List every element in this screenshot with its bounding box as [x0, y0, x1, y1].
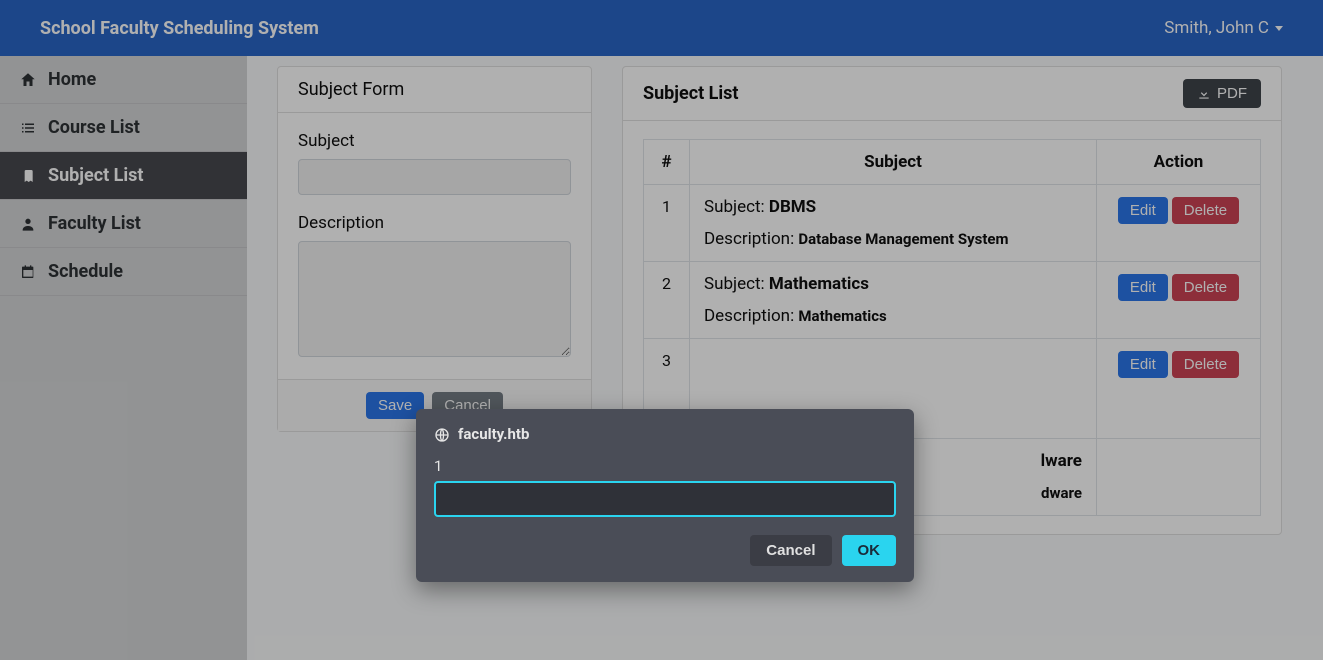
dialog-input[interactable]: [434, 481, 896, 517]
col-action: Action: [1097, 140, 1261, 185]
calendar-icon: [18, 261, 38, 282]
book-icon: [18, 165, 38, 186]
subject-name: DBMS: [769, 197, 816, 217]
delete-button[interactable]: Delete: [1172, 351, 1239, 378]
sidebar-item-label: Faculty List: [48, 213, 141, 234]
user-icon: [18, 213, 38, 234]
list-icon: [18, 117, 38, 138]
description-label: Description: [298, 213, 571, 233]
dialog-prompt-text: 1: [434, 457, 896, 475]
form-title: Subject Form: [278, 67, 591, 113]
col-subject: Subject: [690, 140, 1097, 185]
app-title: School Faculty Scheduling System: [40, 18, 319, 39]
subject-form-panel: Subject Form Subject Description Save Ca…: [277, 66, 592, 432]
prompt-dialog: faculty.htb 1 Cancel OK: [416, 409, 914, 582]
sidebar-item-schedule[interactable]: Schedule: [0, 248, 247, 296]
globe-icon: [434, 425, 450, 443]
sidebar: Home Course List Subject List Faculty Li…: [0, 56, 247, 660]
subject-label: Subject: [298, 131, 571, 151]
user-menu[interactable]: Smith, John C: [1164, 18, 1283, 38]
row-index: 2: [644, 262, 690, 339]
dialog-host: faculty.htb: [458, 425, 529, 443]
sidebar-item-label: Schedule: [48, 261, 123, 282]
table-row: 2 Subject: Mathematics Description: Math…: [644, 262, 1261, 339]
col-idx: #: [644, 140, 690, 185]
row-subject-cell: Subject: DBMS Description: Database Mana…: [690, 185, 1097, 262]
download-icon: [1197, 85, 1211, 102]
subject-desc: Mathematics: [798, 307, 886, 325]
edit-button[interactable]: Edit: [1118, 197, 1168, 224]
home-icon: [18, 69, 38, 90]
delete-button[interactable]: Delete: [1172, 197, 1239, 224]
pdf-button[interactable]: PDF: [1183, 79, 1261, 108]
chevron-down-icon: [1275, 26, 1283, 31]
list-title: Subject List: [643, 83, 738, 104]
description-textarea[interactable]: [298, 241, 571, 357]
subject-name-partial: lware: [1041, 451, 1082, 471]
edit-button[interactable]: Edit: [1118, 351, 1168, 378]
delete-button[interactable]: Delete: [1172, 274, 1239, 301]
row-index: 1: [644, 185, 690, 262]
table-row: 1 Subject: DBMS Description: Database Ma…: [644, 185, 1261, 262]
sidebar-item-faculty-list[interactable]: Faculty List: [0, 200, 247, 248]
dialog-cancel-button[interactable]: Cancel: [750, 535, 831, 566]
user-name: Smith, John C: [1164, 18, 1269, 38]
row-subject-cell: Subject: Mathematics Description: Mathem…: [690, 262, 1097, 339]
navbar: School Faculty Scheduling System Smith, …: [0, 0, 1323, 56]
subject-desc: Database Management System: [798, 230, 1008, 248]
sidebar-item-label: Home: [48, 69, 96, 90]
pdf-label: PDF: [1217, 85, 1247, 102]
dialog-ok-button[interactable]: OK: [842, 535, 897, 566]
subject-input[interactable]: [298, 159, 571, 195]
subject-name: Mathematics: [769, 274, 869, 294]
sidebar-item-label: Course List: [48, 117, 140, 138]
sidebar-item-home[interactable]: Home: [0, 56, 247, 104]
subject-desc-partial: dware: [1041, 484, 1082, 502]
edit-button[interactable]: Edit: [1118, 274, 1168, 301]
sidebar-item-label: Subject List: [48, 165, 143, 186]
sidebar-item-course-list[interactable]: Course List: [0, 104, 247, 152]
sidebar-item-subject-list[interactable]: Subject List: [0, 152, 247, 200]
